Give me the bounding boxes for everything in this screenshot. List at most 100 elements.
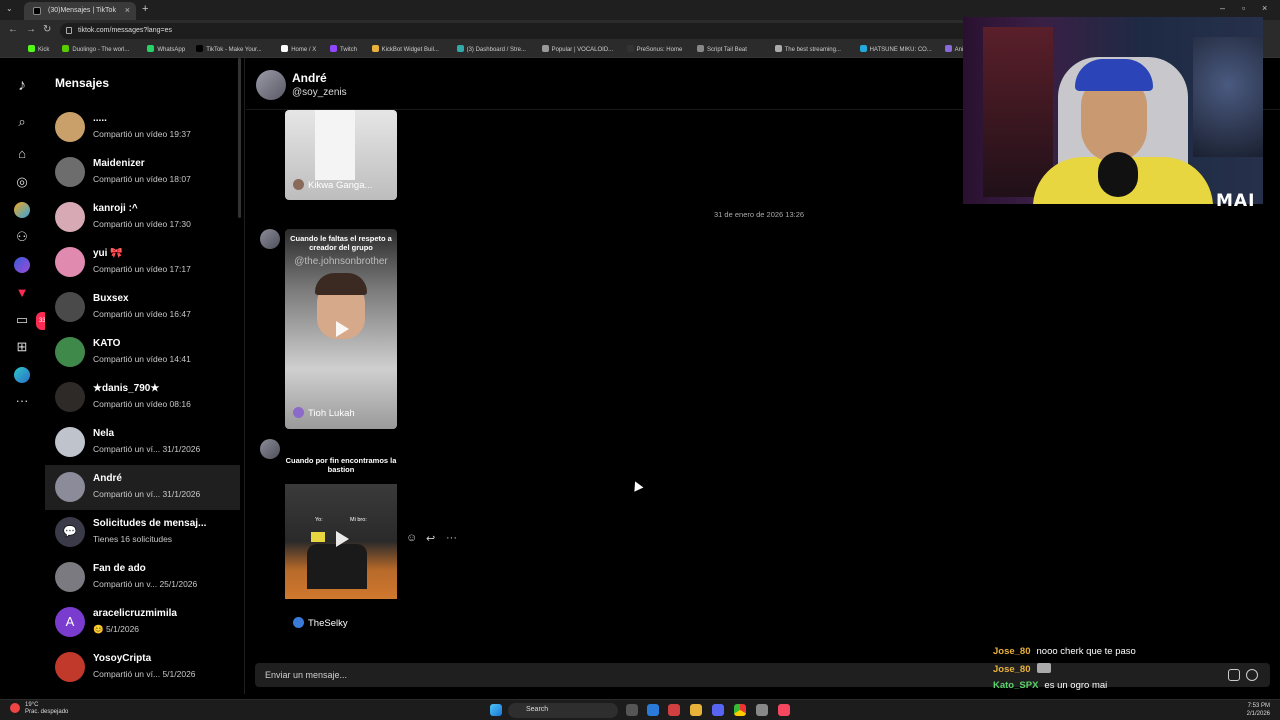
bookmark-item[interactable]: Duolingo - The worl...: [62, 45, 129, 53]
play-icon[interactable]: [336, 321, 349, 337]
bookmark-item[interactable]: TikTok - Make Your...: [196, 45, 262, 53]
weather-widget[interactable]: 19°C Prac. despejado: [10, 702, 68, 716]
system-clock[interactable]: 7:53 PM 2/1/2026: [1247, 702, 1270, 718]
conversation-preview: Tienes 16 solicitudes: [93, 534, 173, 544]
live-avatar-icon[interactable]: [14, 202, 30, 218]
more-options-icon[interactable]: ···: [446, 532, 457, 544]
list-scrollbar[interactable]: [238, 58, 241, 218]
profile-avatar-icon[interactable]: [14, 367, 30, 383]
music-icon[interactable]: [778, 704, 790, 716]
new-tab-icon[interactable]: +: [142, 3, 148, 15]
more-icon[interactable]: ···: [14, 393, 30, 409]
following-icon[interactable]: ⚇: [14, 229, 30, 245]
conversation-item[interactable]: Buxsex Compartió un vídeo 16:47: [45, 285, 240, 330]
app-icon[interactable]: [668, 704, 680, 716]
bookmark-item[interactable]: (3) Dashboard / Stre...: [456, 45, 526, 53]
react-icon[interactable]: ☺: [406, 532, 417, 544]
contact-handle[interactable]: @soy_zenis: [292, 87, 347, 98]
settings-icon[interactable]: [756, 704, 768, 716]
reply-icon[interactable]: ↩: [426, 532, 435, 545]
conversation-avatar: [55, 382, 85, 412]
message-sender-avatar[interactable]: [260, 229, 280, 249]
tab-list-icon[interactable]: ⌄: [6, 4, 13, 13]
conversation-item[interactable]: ..... Compartió un vídeo 19:37: [45, 105, 240, 150]
shared-video-card[interactable]: Cuando por fin encontramos la bastion Yo…: [285, 449, 397, 639]
conversation-avatar: A: [55, 607, 85, 637]
play-icon[interactable]: [336, 531, 349, 547]
bookmark-item[interactable]: WhatsApp: [147, 45, 185, 53]
conversation-item[interactable]: Nela Compartió un ví... 31/1/2026: [45, 420, 240, 465]
activity-icon[interactable]: ▼: [14, 285, 30, 301]
browser-tab[interactable]: (30)Mensajes | TikTok ×: [24, 2, 136, 20]
bookmark-item[interactable]: HATSUNE MIKU: CO...: [859, 45, 932, 53]
minimize-icon[interactable]: –: [1220, 3, 1225, 13]
close-window-icon[interactable]: ×: [1262, 3, 1267, 13]
taskbar-search[interactable]: Search: [508, 703, 618, 718]
video-author: Kikwa Ganga...: [293, 179, 372, 191]
conversation-item[interactable]: yui 🎀 Compartió un vídeo 17:17: [45, 240, 240, 285]
conversation-item[interactable]: Fan de ado Compartió un v... 25/1/2026: [45, 555, 240, 600]
conversation-item[interactable]: André Compartió un ví... 31/1/2026: [45, 465, 240, 510]
bookmark-item[interactable]: PreSonus: Home: [626, 45, 682, 53]
conversation-item[interactable]: Maidenizer Compartió un vídeo 18:07: [45, 150, 240, 195]
conversation-item[interactable]: ★danis_790★ Compartió un vídeo 08:16: [45, 375, 240, 420]
conversation-item[interactable]: Aaracelicruzmimila 😊 5/1/2026: [45, 600, 240, 645]
forward-icon[interactable]: →: [26, 24, 36, 35]
contact-avatar[interactable]: [256, 70, 286, 100]
explore-icon[interactable]: ◎: [14, 174, 30, 190]
search-icon[interactable]: ⌕: [14, 114, 30, 130]
bookmark-item[interactable]: Home / X: [281, 45, 316, 53]
shared-video-card[interactable]: Cuando le faltas el respeto a creador de…: [285, 229, 397, 429]
conversation-item[interactable]: KATO Compartió un vídeo 14:41: [45, 330, 240, 375]
contact-name[interactable]: André: [292, 71, 327, 85]
conversation-item[interactable]: kanroji :^ Compartió un vídeo 17:30: [45, 195, 240, 240]
conversation-preview: Compartió un vídeo 16:47: [93, 309, 191, 319]
bookmark-item[interactable]: The best streaming...: [774, 45, 841, 53]
windows-taskbar: 19°C Prac. despejado Search 7:53 PM 2/1/…: [0, 699, 1280, 720]
message-sender-avatar[interactable]: [260, 439, 280, 459]
conversation-name: kanroji :^: [93, 203, 138, 214]
upload-icon[interactable]: ⊞: [14, 339, 30, 355]
bookmark-item[interactable]: Popular | VOCALOID...: [541, 45, 613, 53]
bookmark-item[interactable]: Twitch: [330, 45, 357, 53]
image-upload-icon[interactable]: [1228, 669, 1240, 681]
conversation-item[interactable]: YosoyCripta Compartió un ví... 5/1/2026: [45, 645, 240, 690]
video-thumbnail: [315, 110, 355, 180]
tiktok-logo-icon[interactable]: ♪: [14, 78, 30, 94]
close-tab-icon[interactable]: ×: [125, 5, 130, 15]
windows-start-icon[interactable]: [490, 704, 502, 716]
chrome-icon[interactable]: [734, 704, 746, 716]
conversation-item[interactable]: 💬 Solicitudes de mensaj... Tienes 16 solic…: [45, 510, 240, 555]
conversation-preview: Compartió un vídeo 08:16: [93, 399, 191, 409]
maximize-icon[interactable]: ▫: [1242, 3, 1245, 13]
conversation-name: Solicitudes de mensaj...: [93, 518, 207, 529]
conversation-avatar: [55, 247, 85, 277]
conversation-preview: Compartió un ví... 31/1/2026: [93, 444, 201, 454]
friends-avatar-icon[interactable]: [14, 257, 30, 273]
conversation-preview: Compartió un ví... 31/1/2026: [93, 489, 201, 499]
video-caption: Cuando le faltas el respeto a creador de…: [290, 234, 392, 252]
home-icon[interactable]: ⌂: [14, 146, 30, 162]
bookmark-item[interactable]: Script Tail Beat: [697, 45, 747, 53]
file-explorer-icon[interactable]: [690, 704, 702, 716]
video-hair: [315, 273, 367, 295]
bookmark-item[interactable]: Kick: [28, 45, 49, 53]
tab-title: (30)Mensajes | TikTok: [48, 7, 116, 14]
site-info-icon[interactable]: [66, 27, 72, 34]
shared-video-card[interactable]: Kikwa Ganga...: [285, 110, 397, 200]
reload-icon[interactable]: ↻: [43, 24, 51, 35]
stream-chat-message: Jose_80: [993, 663, 1051, 675]
discord-icon[interactable]: [712, 704, 724, 716]
task-view-icon[interactable]: [626, 704, 638, 716]
back-icon[interactable]: ←: [8, 24, 18, 35]
bookmark-item[interactable]: KickBot Widget Buil...: [371, 45, 439, 53]
messages-icon[interactable]: ▭ 33: [14, 312, 49, 330]
date-separator: 31 de enero de 2026 13:26: [714, 210, 805, 219]
edge-icon[interactable]: [647, 704, 659, 716]
bookmark-favicon-icon: [774, 45, 782, 52]
emoji-icon[interactable]: [1246, 669, 1258, 681]
chat-username: Jose_80: [993, 664, 1031, 675]
url-field[interactable]: tiktok.com/messages?lang=es: [60, 23, 1060, 39]
conversation-name: yui 🎀: [93, 248, 123, 259]
author-avatar-icon: [293, 179, 304, 190]
